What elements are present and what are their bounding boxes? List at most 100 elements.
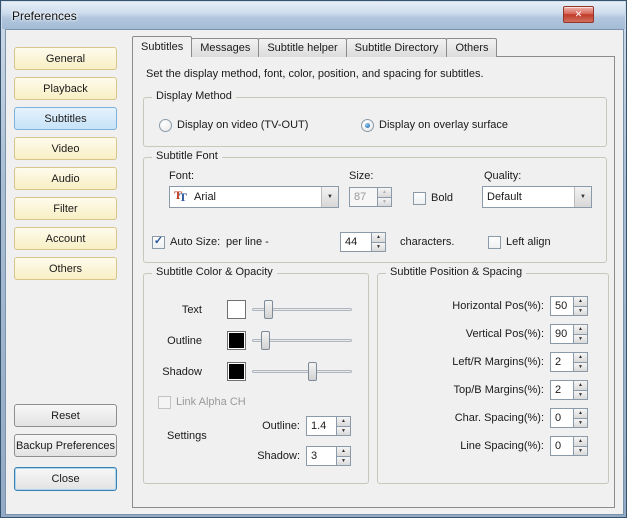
close-button[interactable]: Close	[14, 467, 117, 491]
line-spacing-spinner[interactable]: 0 ▲ ▼	[550, 436, 588, 456]
tab-subtitle-directory[interactable]: Subtitle Directory	[345, 38, 448, 57]
quality-dropdown[interactable]: Default ▼	[482, 186, 592, 208]
radio-label: Display on video (TV-OUT)	[177, 119, 309, 131]
spinner-value[interactable]: 90	[550, 324, 573, 344]
horizontal-pos-spinner[interactable]: 50 ▲ ▼	[550, 296, 588, 316]
sidebar-item-playback[interactable]: Playback	[14, 77, 117, 100]
slider-thumb[interactable]	[261, 331, 270, 350]
sidebar-item-video[interactable]: Video	[14, 137, 117, 160]
sidebar-item-filter[interactable]: Filter	[14, 197, 117, 220]
sidebar-item-account[interactable]: Account	[14, 227, 117, 250]
backup-preferences-button[interactable]: Backup Preferences	[14, 434, 117, 457]
spinner-value[interactable]: 1.4	[306, 416, 336, 436]
radio-label: Display on overlay surface	[379, 119, 509, 131]
group-title: Display Method	[152, 90, 236, 102]
down-arrow-icon: ▼	[578, 363, 583, 370]
tab-others[interactable]: Others	[446, 38, 498, 57]
dropdown-button[interactable]: ▼	[574, 187, 591, 207]
text-opacity-slider[interactable]	[252, 300, 352, 320]
shadow-opacity-slider[interactable]	[252, 362, 352, 382]
vertical-pos-spinner[interactable]: 90 ▲ ▼	[550, 324, 588, 344]
spinner-up-button[interactable]: ▲	[573, 296, 588, 307]
dropdown-button[interactable]: ▼	[321, 187, 338, 207]
spinner-up-button[interactable]: ▲	[573, 436, 588, 447]
link-alpha-checkbox[interactable]: Link Alpha CH	[158, 394, 246, 410]
spinner-up-button[interactable]: ▲	[573, 380, 588, 391]
spinner-value[interactable]: 3	[306, 446, 336, 466]
outline-thickness-spinner[interactable]: 1.4 ▲ ▼	[306, 416, 351, 436]
spinner-down-button[interactable]: ▼	[377, 197, 392, 207]
reset-button[interactable]: Reset	[14, 404, 117, 427]
down-arrow-icon: ▼	[578, 419, 583, 426]
tb-margins-label: Top/B Margins(%):	[453, 384, 544, 396]
preferences-window: Preferences ✕ General Playback Subtitles…	[0, 0, 627, 518]
chars-per-line-spinner[interactable]: 44 ▲ ▼	[340, 232, 386, 252]
window-close-button[interactable]: ✕	[563, 6, 594, 23]
settings-label: Settings	[167, 430, 207, 442]
outline-color-label: Outline	[167, 335, 202, 347]
spinner-up-button[interactable]: ▲	[573, 324, 588, 335]
spinner-up-button[interactable]: ▲	[336, 446, 351, 457]
slider-thumb[interactable]	[264, 300, 273, 319]
char-spacing-label: Char. Spacing(%):	[454, 412, 544, 424]
shadow-color-swatch[interactable]	[227, 362, 246, 381]
spinner-value[interactable]: 2	[550, 380, 573, 400]
spinner-down-button[interactable]: ▼	[573, 306, 588, 316]
lr-margins-spinner[interactable]: 2 ▲ ▼	[550, 352, 588, 372]
quality-value: Default	[487, 191, 522, 203]
subtitle-position-group: Subtitle Position & Spacing Horizontal P…	[377, 266, 609, 484]
char-spacing-spinner[interactable]: 0 ▲ ▼	[550, 408, 588, 428]
sidebar-item-general[interactable]: General	[14, 47, 117, 70]
left-align-checkbox[interactable]: Left align	[488, 234, 551, 250]
spinner-down-button[interactable]: ▼	[336, 426, 351, 436]
slider-thumb[interactable]	[308, 362, 317, 381]
font-dropdown[interactable]: T T Arial ▼	[169, 186, 339, 208]
font-label: Font:	[169, 170, 195, 182]
text-color-swatch[interactable]	[227, 300, 246, 319]
spinner-down-button[interactable]: ▼	[573, 446, 588, 456]
sidebar-item-others[interactable]: Others	[14, 257, 117, 280]
radio-display-on-overlay[interactable]: Display on overlay surface	[361, 117, 508, 133]
spinner-value[interactable]: 87	[349, 187, 377, 207]
characters-label: characters.	[400, 236, 455, 248]
spinner-down-button[interactable]: ▼	[573, 334, 588, 344]
spinner-up-button[interactable]: ▲	[336, 416, 351, 427]
spinner-down-button[interactable]: ▼	[336, 456, 351, 466]
spinner-up-button[interactable]: ▲	[371, 232, 386, 243]
down-arrow-icon: ▼	[578, 307, 583, 314]
bold-checkbox[interactable]: Bold	[413, 190, 453, 206]
font-size-spinner[interactable]: 87 ▲ ▼	[349, 187, 392, 207]
tab-subtitles[interactable]: Subtitles	[132, 36, 193, 57]
spinner-value[interactable]: 50	[550, 296, 573, 316]
spinner-value[interactable]: 0	[550, 436, 573, 456]
chevron-down-icon: ▼	[580, 194, 586, 200]
group-title: Subtitle Font	[152, 150, 222, 162]
outline-opacity-slider[interactable]	[252, 331, 352, 351]
shadow-depth-spinner[interactable]: 3 ▲ ▼	[306, 446, 351, 466]
up-arrow-icon: ▲	[382, 189, 387, 196]
spinner-value[interactable]: 0	[550, 408, 573, 428]
up-arrow-icon: ▲	[341, 448, 346, 455]
radio-display-on-video[interactable]: Display on video (TV-OUT)	[159, 117, 308, 133]
lr-margins-label: Left/R Margins(%):	[452, 356, 544, 368]
spinner-down-button[interactable]: ▼	[371, 242, 386, 252]
spinner-down-button[interactable]: ▼	[573, 362, 588, 372]
spinner-up-button[interactable]: ▲	[377, 187, 392, 198]
auto-size-checkbox[interactable]: ✓ Auto Size:	[152, 234, 220, 250]
spinner-value[interactable]: 44	[340, 232, 371, 252]
outline-color-swatch[interactable]	[227, 331, 246, 350]
spinner-up-button[interactable]: ▲	[573, 352, 588, 363]
spinner-up-button[interactable]: ▲	[573, 408, 588, 419]
spinner-down-button[interactable]: ▼	[573, 390, 588, 400]
tb-margins-spinner[interactable]: 2 ▲ ▼	[550, 380, 588, 400]
up-arrow-icon: ▲	[341, 418, 346, 425]
spinner-down-button[interactable]: ▼	[573, 418, 588, 428]
radio-off-icon	[159, 118, 172, 132]
tab-subtitle-helper[interactable]: Subtitle helper	[258, 38, 347, 57]
sidebar-item-audio[interactable]: Audio	[14, 167, 117, 190]
checkbox-disabled-icon	[158, 395, 171, 409]
sidebar-item-subtitles[interactable]: Subtitles	[14, 107, 117, 130]
titlebar[interactable]: Preferences	[2, 2, 625, 29]
tab-messages[interactable]: Messages	[191, 38, 260, 57]
spinner-value[interactable]: 2	[550, 352, 573, 372]
